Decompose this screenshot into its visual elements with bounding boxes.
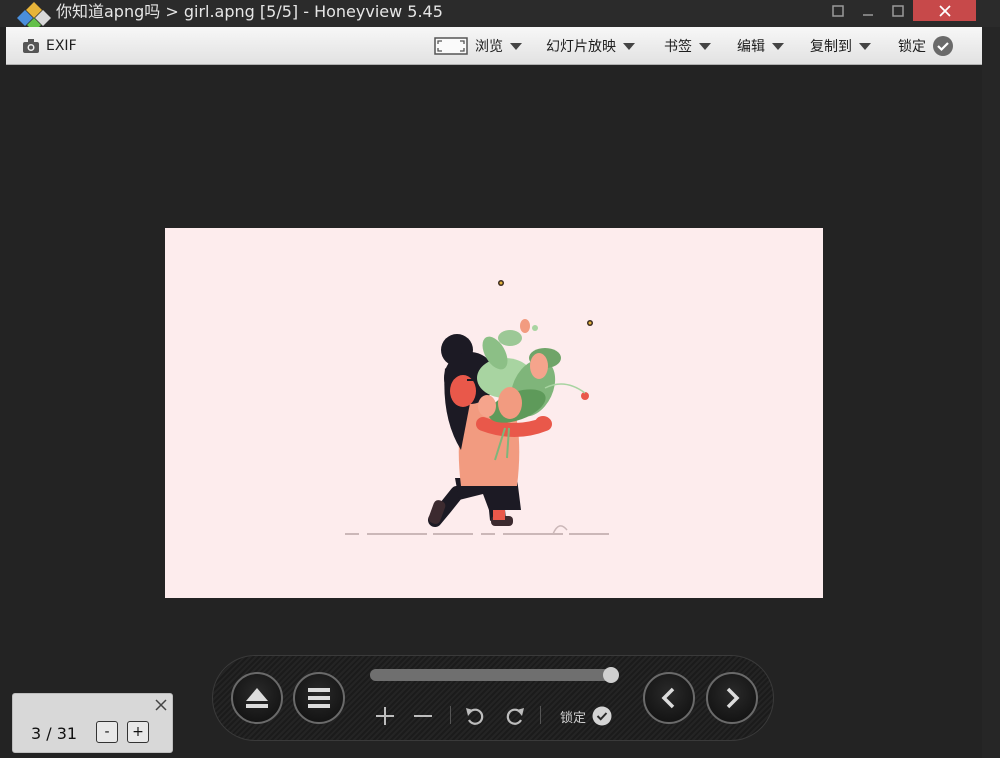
progress-fill (370, 669, 611, 681)
page-counter: 3 / 31 (31, 724, 78, 743)
girl-with-flowers-illustration (345, 280, 615, 535)
edit-menu[interactable]: 编辑 (737, 27, 784, 65)
image-canvas[interactable] (165, 228, 823, 598)
rotate-left-button[interactable] (461, 702, 489, 730)
minimize-button[interactable] (852, 0, 884, 21)
playback-control-bar: 锁定 (212, 655, 774, 741)
rotate-right-button[interactable] (501, 702, 529, 730)
control-lock-label: 锁定 (560, 710, 587, 726)
chevron-down-icon (859, 42, 871, 50)
browse-label: 浏览 (475, 39, 503, 55)
maximize-icon (892, 4, 904, 17)
minus-icon (414, 715, 432, 717)
close-icon (938, 4, 951, 17)
menu-list-icon (308, 688, 330, 708)
lock-label: 锁定 (898, 39, 926, 55)
rotate-right-icon (506, 708, 524, 725)
copy-to-label: 复制到 (810, 39, 852, 55)
page-counter-popup: 3 / 31 - + (12, 693, 173, 753)
slideshow-label: 幻灯片放映 (546, 39, 616, 55)
browse-menu[interactable]: 浏览 (434, 27, 522, 65)
pin-window-button[interactable] (822, 0, 854, 21)
eject-button[interactable] (231, 672, 283, 724)
chevron-right-icon (726, 687, 740, 709)
progress-knob[interactable] (602, 667, 619, 683)
pin-icon (832, 4, 844, 17)
control-lock-toggle[interactable]: 锁定 (560, 704, 612, 728)
progress-slider[interactable] (370, 667, 619, 683)
honeyview-window: 你知道apng吗 > girl.apng [5/5] - Honeyview 5… (0, 0, 1000, 758)
page-decrement-button[interactable]: - (96, 721, 118, 743)
camera-icon (23, 39, 39, 53)
menu-list-button[interactable] (293, 672, 345, 724)
window-title: 你知道apng吗 > girl.apng [5/5] - Honeyview 5… (56, 2, 443, 21)
chevron-left-icon (661, 687, 675, 709)
toolbar-separator (540, 706, 541, 724)
maximize-button[interactable] (882, 0, 914, 21)
right-scroll-strip (982, 27, 1000, 758)
copy-to-menu[interactable]: 复制到 (810, 27, 871, 65)
bookmarks-label: 书签 (664, 39, 692, 55)
edit-label: 编辑 (737, 39, 765, 55)
slideshow-menu[interactable]: 幻灯片放映 (546, 27, 635, 65)
page-increment-button[interactable]: + (127, 721, 149, 743)
fit-screen-icon (434, 37, 468, 55)
exif-label: EXIF (46, 38, 77, 54)
toolbar-separator (450, 706, 451, 724)
chevron-down-icon (699, 42, 711, 50)
previous-image-button[interactable] (643, 672, 695, 724)
menu-bar: EXIF 浏览 幻灯片放映 书签 编辑 复制到 锁定 (6, 27, 982, 65)
chevron-down-icon (623, 42, 635, 50)
chevron-down-icon (772, 42, 784, 50)
check-circle-icon (933, 36, 953, 56)
close-window-button[interactable] (913, 0, 976, 21)
check-circle-icon (592, 706, 612, 726)
next-image-button[interactable] (706, 672, 758, 724)
eject-icon (246, 688, 268, 708)
chevron-down-icon (510, 42, 522, 50)
zoom-out-button[interactable] (409, 702, 437, 730)
lock-toggle[interactable]: 锁定 (898, 27, 954, 65)
plus-icon (376, 707, 394, 725)
rotate-left-icon (466, 708, 484, 725)
zoom-in-button[interactable] (371, 702, 399, 730)
exif-button[interactable]: EXIF (22, 27, 77, 65)
minimize-icon (863, 13, 873, 16)
close-icon[interactable] (154, 698, 168, 712)
bookmarks-menu[interactable]: 书签 (664, 27, 711, 65)
title-bar: 你知道apng吗 > girl.apng [5/5] - Honeyview 5… (0, 0, 1000, 32)
